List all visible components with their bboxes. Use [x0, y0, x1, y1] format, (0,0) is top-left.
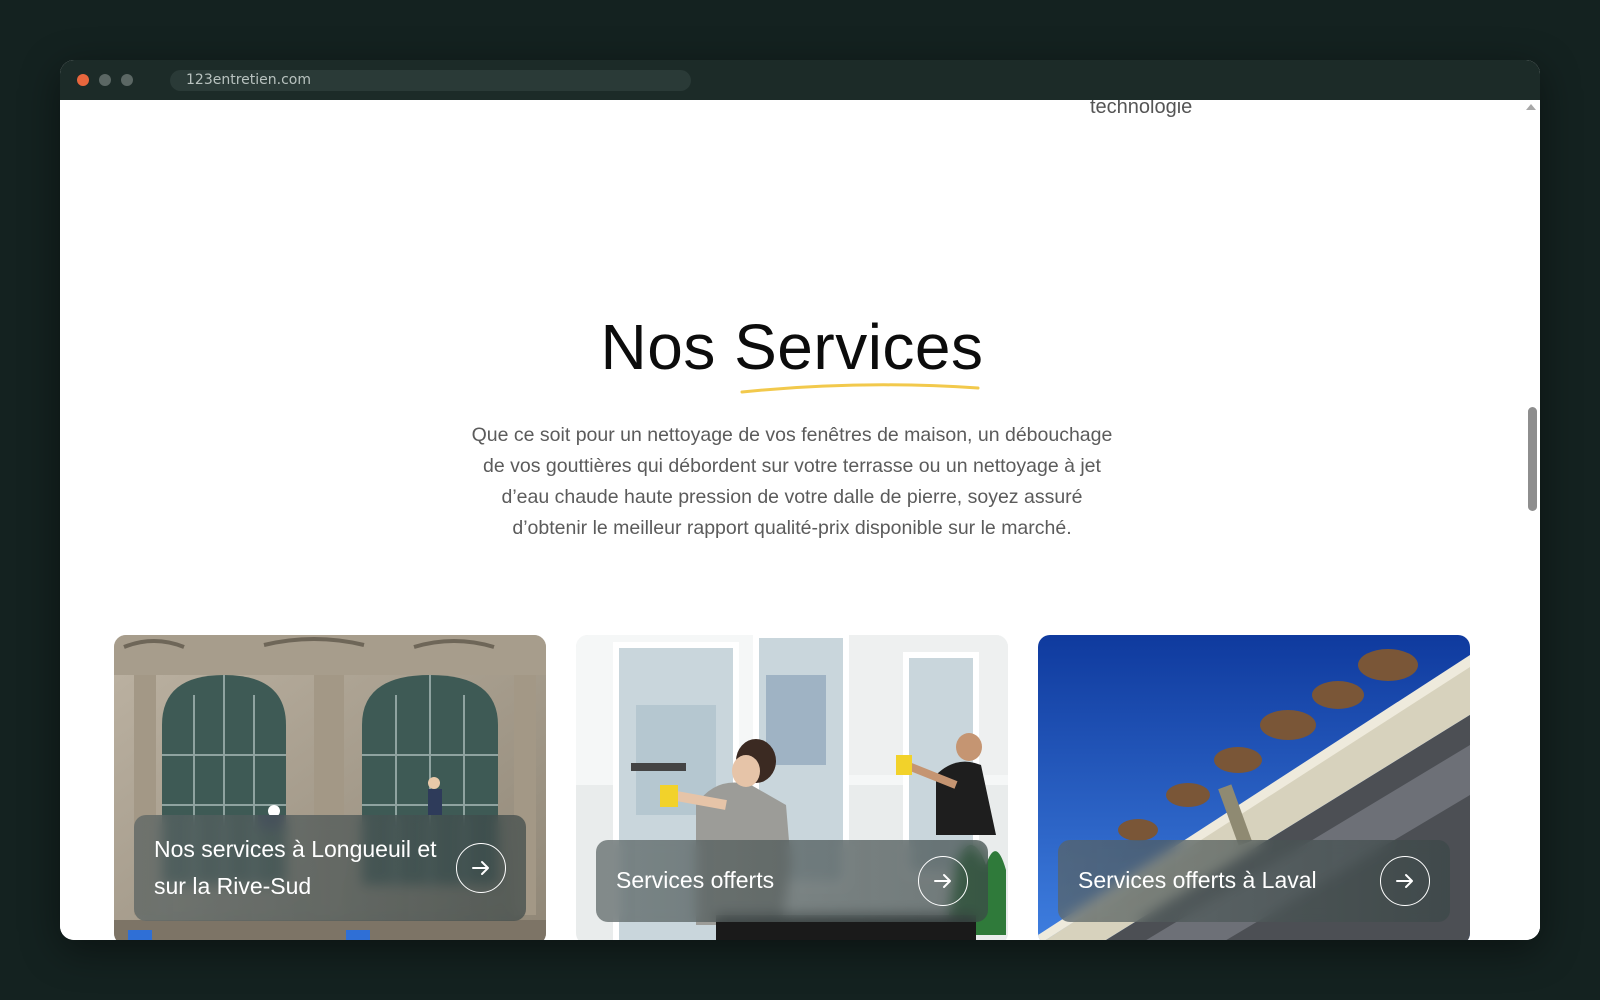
browser-window: 123entretien.com technologie Nos Service… — [60, 60, 1540, 940]
feature-label: technologie — [1090, 100, 1193, 118]
card-title: Services offerts à Laval — [1078, 867, 1317, 893]
leaf-check-icon — [1048, 100, 1078, 112]
arrow-right-icon — [1396, 874, 1413, 888]
section-title: Nos Services — [600, 311, 984, 383]
title-underline-decoration — [740, 383, 980, 394]
maximize-window-button[interactable] — [121, 74, 133, 86]
feature-item-technologie: technologie — [1048, 100, 1308, 124]
minimize-window-button[interactable] — [99, 74, 111, 86]
card-arrow-button[interactable] — [456, 843, 506, 893]
scroll-up-arrow-icon[interactable] — [1526, 104, 1536, 110]
close-window-button[interactable] — [77, 74, 89, 86]
service-card-services-offerts[interactable]: Services offerts — [576, 635, 1008, 940]
arrow-right-icon — [472, 861, 489, 875]
card-arrow-button[interactable] — [1380, 856, 1430, 906]
card-caption-panel: Nos services à Longueuil et sur la Rive-… — [134, 815, 526, 921]
arrow-right-icon — [934, 874, 951, 888]
vertical-scrollbar[interactable] — [1524, 100, 1540, 940]
service-card-longueuil[interactable]: Nos services à Longueuil et sur la Rive-… — [114, 635, 546, 940]
card-arrow-button[interactable] — [918, 856, 968, 906]
card-caption-panel: Services offerts — [596, 840, 988, 922]
scrollbar-thumb[interactable] — [1528, 407, 1537, 511]
service-card-laval[interactable]: Services offerts à Laval — [1038, 635, 1470, 940]
address-bar[interactable]: 123entretien.com — [170, 70, 691, 91]
card-title: Services offerts — [616, 867, 775, 893]
section-intro: Que ce soit pour un nettoyage de vos fen… — [471, 424, 1113, 539]
page-viewport: technologie Nos Services Que ce soit pou… — [60, 100, 1540, 940]
card-title: Nos services à Longueuil et sur la Rive-… — [154, 836, 437, 899]
card-caption-panel: Services offerts à Laval — [1058, 840, 1450, 922]
browser-titlebar: 123entretien.com — [60, 60, 1540, 100]
